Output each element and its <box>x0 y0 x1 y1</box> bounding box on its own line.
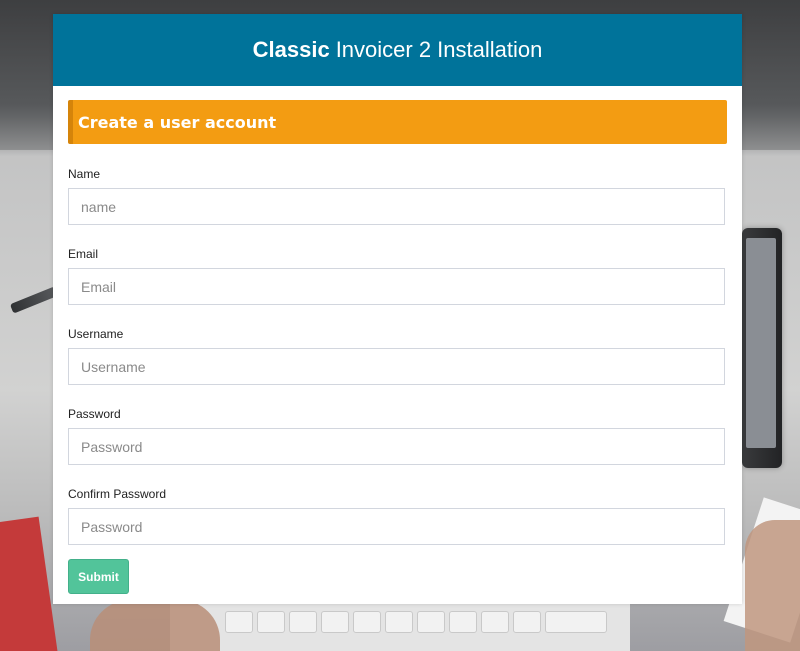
confirm-password-field-group: Confirm Password <box>68 488 727 545</box>
submit-button[interactable]: Submit <box>68 559 129 594</box>
username-input[interactable] <box>68 348 725 385</box>
background-hand-left <box>90 600 220 651</box>
email-label: Email <box>68 247 99 261</box>
background-hand-right <box>745 520 800 651</box>
email-input[interactable] <box>68 268 725 305</box>
confirm-password-input[interactable] <box>68 508 725 545</box>
brand-name: Classic <box>252 37 330 62</box>
background-keyboard <box>170 598 630 651</box>
section-title: Create a user account <box>78 112 277 132</box>
installation-card: Classic Invoicer 2 Installation Create a… <box>53 14 742 604</box>
name-label: Name <box>68 167 101 181</box>
name-input[interactable] <box>68 188 725 225</box>
background-pen <box>9 286 59 314</box>
name-field-group: Name <box>68 168 727 225</box>
background-notebook <box>0 516 61 651</box>
username-label: Username <box>68 327 124 341</box>
password-label: Password <box>68 407 121 421</box>
create-account-form: Name Email Username Password Confirm Pas… <box>68 168 727 594</box>
background-tablet <box>742 228 782 468</box>
password-input[interactable] <box>68 428 725 465</box>
page-title: Invoicer 2 Installation <box>335 37 543 62</box>
section-banner: Create a user account <box>68 100 727 144</box>
form-body: Create a user account Name Email Usernam… <box>53 86 742 594</box>
installation-header: Classic Invoicer 2 Installation <box>53 14 742 86</box>
confirm-password-label: Confirm Password <box>68 487 167 501</box>
username-field-group: Username <box>68 328 727 385</box>
password-field-group: Password <box>68 408 727 465</box>
email-field-group: Email <box>68 248 727 305</box>
